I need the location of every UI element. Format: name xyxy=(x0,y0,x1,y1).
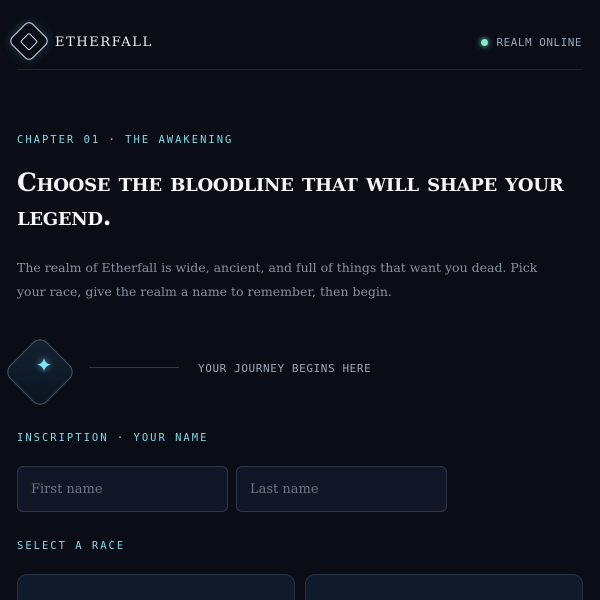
header-divider xyxy=(17,69,583,70)
page-title: Choose the bloodline that will shape you… xyxy=(17,168,564,231)
status-dot-icon xyxy=(480,39,488,46)
site-header: ETHERFALL REALM ONLINE xyxy=(0,0,600,70)
first-name-input[interactable] xyxy=(17,466,228,512)
race-card[interactable] xyxy=(17,574,295,600)
journey-caption: YOUR JOURNEY BEGINS HERE xyxy=(198,362,372,375)
realm-status: REALM ONLINE xyxy=(480,36,582,49)
chapter-label: CHAPTER 01 · THE AWAKENING xyxy=(17,134,234,146)
name-section-label: INSCRIPTION · YOUR NAME xyxy=(17,432,209,444)
realm-status-label: REALM ONLINE xyxy=(496,36,582,49)
sparkle-icon: ✦ xyxy=(35,353,53,377)
last-name-input[interactable] xyxy=(236,466,447,512)
race-card[interactable] xyxy=(305,574,583,600)
brand-name[interactable]: ETHERFALL xyxy=(55,35,153,50)
race-section-label: SELECT A RACE xyxy=(17,540,126,552)
intro-text: The realm of Etherfall is wide, ancient,… xyxy=(17,260,538,299)
journey-divider xyxy=(89,367,179,368)
diamond-logo-icon[interactable] xyxy=(7,19,51,63)
